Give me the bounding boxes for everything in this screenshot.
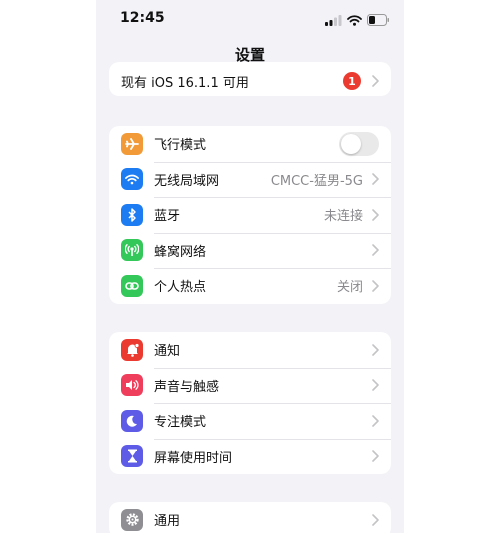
chevron-right-icon [369, 173, 381, 186]
software-update-row[interactable]: 现有 iOS 16.1.1 可用 1 [109, 62, 391, 96]
general-group: 通用 [109, 502, 391, 533]
airplane-icon [121, 132, 143, 155]
chevron-right-icon [369, 414, 381, 427]
hotspot-label: 个人热点 [154, 280, 207, 296]
bell-icon [121, 338, 143, 361]
hourglass-icon [121, 445, 143, 468]
notifications-row[interactable]: 通知 [109, 332, 391, 368]
wifi-status-icon [347, 11, 362, 30]
chevron-right-icon [369, 208, 381, 221]
focus-label: 专注模式 [154, 415, 207, 431]
airplane-mode-row[interactable]: 飞行模式 [109, 126, 391, 162]
airplane-mode-toggle[interactable] [339, 131, 379, 156]
antenna-icon [121, 239, 143, 262]
gear-icon [121, 508, 143, 531]
airplane-mode-label: 飞行模式 [154, 138, 207, 154]
cellular-signal-icon [325, 11, 342, 30]
general-row[interactable]: 通用 [109, 502, 391, 533]
bluetooth-row[interactable]: 蓝牙 未连接 [109, 197, 391, 233]
status-bar: 12:45 [96, 0, 404, 36]
moon-icon [121, 409, 143, 432]
focus-row[interactable]: 专注模式 [109, 403, 391, 439]
wifi-label: 无线局域网 [154, 173, 220, 189]
cellular-row[interactable]: 蜂窝网络 [109, 232, 391, 269]
status-time: 12:45 [120, 10, 165, 26]
chevron-right-icon [369, 279, 381, 292]
chevron-right-icon [369, 244, 381, 257]
speaker-icon [121, 374, 143, 397]
toggle-knob [341, 133, 361, 154]
hotspot-icon [121, 274, 143, 297]
update-badge: 1 [343, 72, 361, 90]
bluetooth-value: 未连接 [323, 209, 363, 225]
chevron-right-icon [369, 450, 381, 463]
bluetooth-icon [121, 203, 143, 226]
battery-icon [367, 11, 390, 30]
wifi-icon [121, 168, 143, 191]
update-group: 现有 iOS 16.1.1 可用 1 [109, 62, 391, 96]
cellular-label: 蜂窝网络 [154, 244, 207, 260]
screen-time-row[interactable]: 屏幕使用时间 [109, 438, 391, 475]
notifications-group: 通知 声音与触感 专注模式 屏幕使用时间 [109, 332, 391, 474]
wifi-row[interactable]: 无线局域网 CMCC-猛男-5G [109, 161, 391, 198]
screen-time-label: 屏幕使用时间 [154, 450, 233, 466]
sounds-row[interactable]: 声音与触感 [109, 367, 391, 404]
connectivity-group: 飞行模式 无线局域网 CMCC-猛男-5G 蓝牙 未连接 蜂窝网络 个人热点 关… [109, 126, 391, 304]
chevron-right-icon [369, 513, 381, 526]
general-label: 通用 [154, 514, 181, 530]
chevron-right-icon [369, 343, 381, 356]
chevron-right-icon [369, 379, 381, 392]
notifications-label: 通知 [154, 344, 181, 360]
chevron-right-icon [369, 75, 381, 87]
hotspot-row[interactable]: 个人热点 关闭 [109, 268, 391, 304]
update-label: 现有 iOS 16.1.1 可用 [121, 75, 249, 91]
settings-screen: 12:45 设置 现有 iOS 16.1.1 可用 1 飞行模式 无线局域网 C… [96, 0, 404, 533]
status-icons [325, 11, 390, 30]
bluetooth-label: 蓝牙 [154, 209, 181, 225]
sounds-label: 声音与触感 [154, 379, 220, 395]
hotspot-value: 关闭 [336, 280, 363, 296]
wifi-value: CMCC-猛男-5G [270, 173, 363, 189]
